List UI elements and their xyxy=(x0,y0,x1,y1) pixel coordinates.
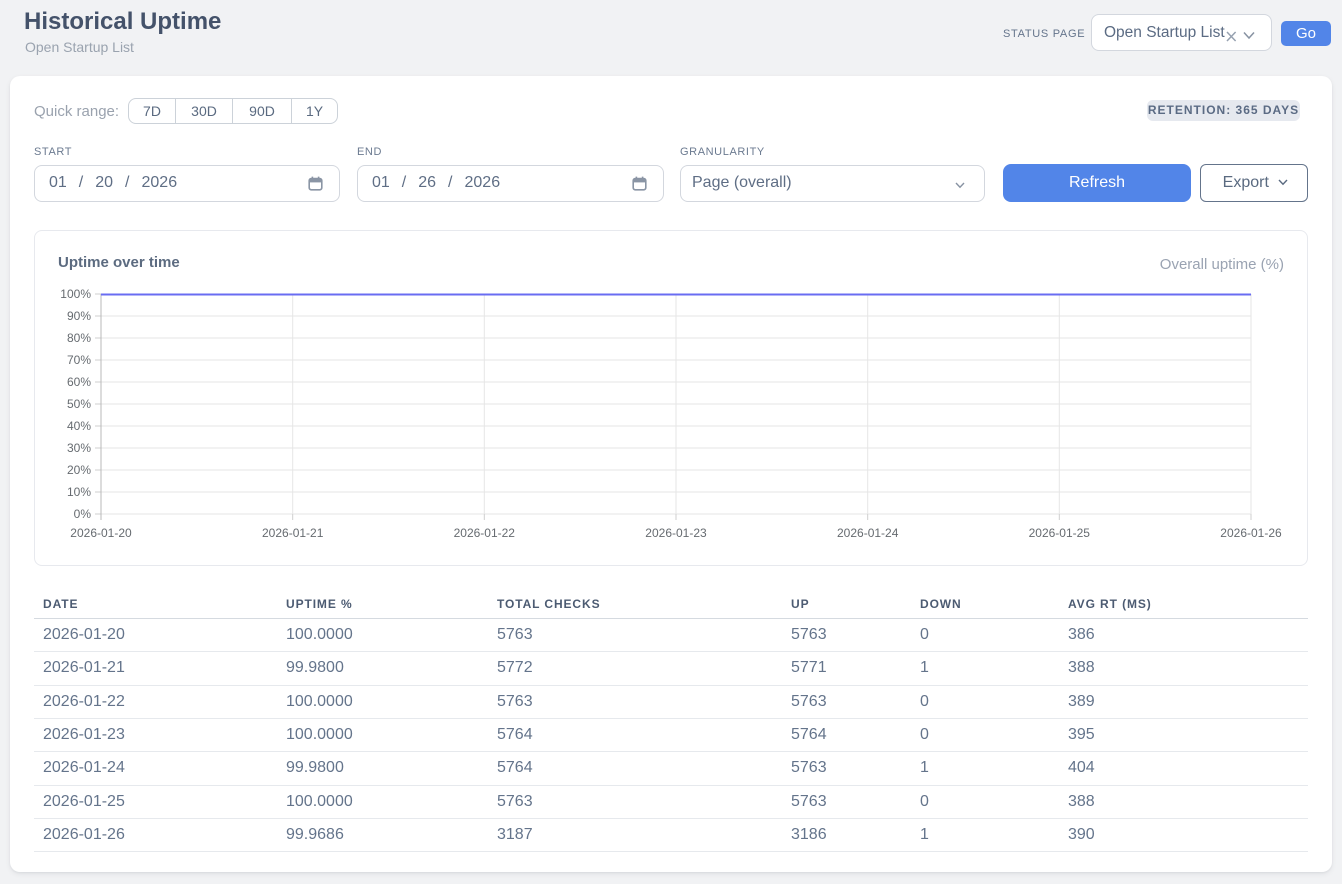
svg-text:0%: 0% xyxy=(74,507,92,521)
svg-text:2026-01-24: 2026-01-24 xyxy=(837,526,899,540)
svg-text:10%: 10% xyxy=(67,485,91,499)
svg-text:2026-01-22: 2026-01-22 xyxy=(454,526,516,540)
svg-text:60%: 60% xyxy=(67,375,91,389)
svg-text:2026-01-23: 2026-01-23 xyxy=(645,526,707,540)
svg-text:2026-01-26: 2026-01-26 xyxy=(1220,526,1282,540)
svg-text:80%: 80% xyxy=(67,331,91,345)
svg-text:70%: 70% xyxy=(67,353,91,367)
svg-text:2026-01-25: 2026-01-25 xyxy=(1029,526,1091,540)
svg-text:2026-01-21: 2026-01-21 xyxy=(262,526,324,540)
svg-text:30%: 30% xyxy=(67,441,91,455)
svg-text:100%: 100% xyxy=(60,287,91,301)
svg-text:2026-01-20: 2026-01-20 xyxy=(70,526,132,540)
svg-text:90%: 90% xyxy=(67,309,91,323)
svg-text:40%: 40% xyxy=(67,419,91,433)
svg-text:20%: 20% xyxy=(67,463,91,477)
svg-text:50%: 50% xyxy=(67,397,91,411)
